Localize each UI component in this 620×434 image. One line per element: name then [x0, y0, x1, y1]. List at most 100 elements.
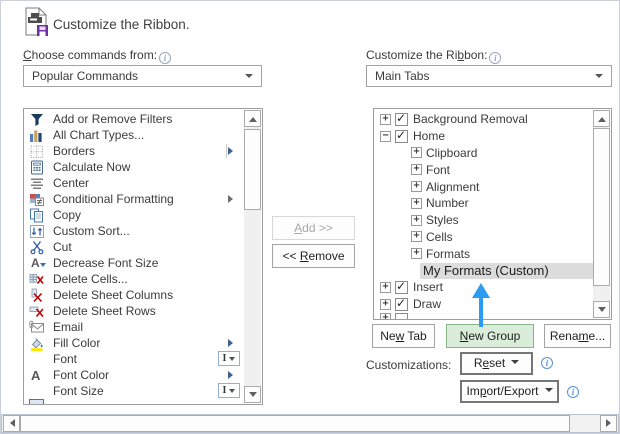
- tree-item-clipboard[interactable]: +Clipboard: [375, 145, 593, 162]
- expand-icon[interactable]: +: [411, 231, 422, 242]
- checkbox[interactable]: [395, 313, 408, 320]
- checkbox[interactable]: ✓: [395, 113, 408, 126]
- command-list-item[interactable]: Conditional Formatting: [25, 191, 244, 207]
- checkmark-icon: ✓: [396, 128, 406, 142]
- command-list-scrollbar[interactable]: [244, 110, 261, 403]
- command-list-item[interactable]: Delete Cells...: [25, 271, 244, 287]
- chevron-down-icon: [245, 74, 253, 82]
- scroll-down-icon[interactable]: [244, 386, 261, 403]
- command-list-item[interactable]: Calculate Now: [25, 159, 244, 175]
- command-list-item[interactable]: Delete Sheet Columns: [25, 287, 244, 303]
- reset-button[interactable]: Reset: [460, 352, 533, 375]
- checkbox[interactable]: ✓: [395, 130, 408, 143]
- checkbox[interactable]: ✓: [395, 298, 408, 311]
- scrollbar-thumb[interactable]: [20, 415, 570, 432]
- expand-icon[interactable]: +: [380, 282, 391, 293]
- tree-item-cells[interactable]: + Cells: [375, 229, 593, 246]
- tree-item-label: My Formats (Custom): [420, 263, 593, 279]
- delete-rows-icon: [29, 304, 47, 319]
- tree-item[interactable]: +: [375, 313, 593, 320]
- submenu-arrow-icon[interactable]: [228, 147, 237, 155]
- command-list-item[interactable]: [25, 399, 244, 405]
- tree-item-number[interactable]: +Number: [375, 195, 593, 212]
- conditional-formatting-icon: [29, 192, 47, 207]
- tree-item-home[interactable]: −✓Home: [375, 128, 593, 145]
- page-title: Customize the Ribbon.: [53, 17, 190, 32]
- custom-sort-icon: [29, 224, 47, 239]
- command-list-item[interactable]: FontI: [25, 351, 244, 367]
- expand-icon[interactable]: +: [380, 114, 391, 125]
- submenu-arrow-icon[interactable]: [228, 371, 237, 379]
- copy-icon: [29, 208, 47, 223]
- scroll-left-icon[interactable]: [3, 415, 20, 432]
- command-list-item[interactable]: Cut: [25, 239, 244, 255]
- tree-item-draw[interactable]: +✓Draw: [375, 296, 593, 313]
- submenu-arrow-icon[interactable]: [228, 339, 237, 347]
- command-list-item[interactable]: Add or Remove Filters: [25, 111, 244, 127]
- tree-item-label: Alignment: [426, 179, 479, 195]
- scroll-up-icon[interactable]: [244, 110, 261, 127]
- command-label: Calculate Now: [53, 160, 130, 174]
- info-icon[interactable]: i: [567, 386, 579, 398]
- command-list-item[interactable]: Delete Sheet Rows: [25, 303, 244, 319]
- command-list-item[interactable]: A Decrease Font Size: [25, 255, 244, 271]
- decrease-font-icon: A: [29, 256, 47, 271]
- ibeam-dropdown[interactable]: I: [218, 351, 240, 366]
- scrollbar-thumb[interactable]: [593, 128, 610, 286]
- expand-icon[interactable]: +: [411, 248, 422, 259]
- command-label: All Chart Types...: [53, 128, 144, 142]
- tree-item-my-formats-custom[interactable]: My Formats (Custom): [375, 262, 593, 279]
- scrollbar-thumb[interactable]: [244, 129, 261, 210]
- command-list-item[interactable]: Borders: [25, 143, 244, 159]
- expand-icon[interactable]: +: [411, 215, 422, 226]
- tree-item-label: Formats: [426, 246, 470, 262]
- info-icon[interactable]: i: [541, 357, 553, 369]
- tree-item-label: Cells: [426, 229, 453, 245]
- expand-icon[interactable]: +: [411, 164, 422, 175]
- ibeam-dropdown[interactable]: I: [218, 383, 240, 398]
- annotation-arrow-head: [472, 283, 490, 298]
- customize-ribbon-dropdown[interactable]: Main Tabs: [366, 65, 612, 87]
- command-list-item[interactable]: AFont Color: [25, 367, 244, 383]
- expand-icon[interactable]: +: [411, 198, 422, 209]
- align-center-icon: [29, 176, 47, 191]
- command-list-item[interactable]: Copy: [25, 207, 244, 223]
- remove-button[interactable]: << Remove: [272, 244, 355, 268]
- horizontal-scrollbar[interactable]: [1, 414, 619, 433]
- add-button[interactable]: Add >>: [272, 216, 355, 240]
- tree-item-formats[interactable]: + Formats: [375, 245, 593, 262]
- command-list-item[interactable]: Email: [25, 319, 244, 335]
- command-label: Conditional Formatting: [53, 192, 174, 206]
- command-list-item[interactable]: All Chart Types...: [25, 127, 244, 143]
- rename-button[interactable]: Rename...: [544, 324, 611, 348]
- tree-item-label: Font: [426, 162, 450, 178]
- expand-icon[interactable]: +: [411, 181, 422, 192]
- import-export-button[interactable]: Import/Export: [460, 380, 559, 403]
- new-tab-button[interactable]: New Tab: [372, 324, 435, 348]
- scroll-up-icon[interactable]: [593, 110, 610, 127]
- tree-item-font[interactable]: + Font: [375, 161, 593, 178]
- scroll-down-icon[interactable]: [593, 301, 610, 318]
- tree-item-styles[interactable]: +Styles: [375, 212, 593, 229]
- command-list-item[interactable]: Font SizeI: [25, 383, 244, 399]
- expand-icon[interactable]: +: [380, 299, 391, 310]
- collapse-icon[interactable]: −: [380, 131, 391, 142]
- borders-icon: [29, 144, 47, 159]
- checkbox[interactable]: ✓: [395, 281, 408, 294]
- expand-icon[interactable]: +: [411, 147, 422, 158]
- info-icon[interactable]: i: [159, 52, 171, 64]
- command-label: Font Color: [53, 368, 109, 382]
- submenu-arrow-icon[interactable]: [228, 195, 237, 203]
- expand-icon[interactable]: +: [380, 313, 391, 320]
- tree-item-background-removal[interactable]: +✓Background Removal: [375, 111, 593, 128]
- choose-commands-dropdown[interactable]: Popular Commands: [23, 65, 262, 87]
- command-label: Decrease Font Size: [53, 256, 158, 270]
- command-list-item[interactable]: Fill Color: [25, 335, 244, 351]
- scroll-right-icon[interactable]: [600, 415, 617, 432]
- new-group-button[interactable]: New Group: [446, 324, 534, 348]
- tree-scrollbar[interactable]: [593, 110, 610, 318]
- command-list-item[interactable]: Custom Sort...: [25, 223, 244, 239]
- tree-item-alignment[interactable]: + Alignment: [375, 178, 593, 195]
- command-list-item[interactable]: Center: [25, 175, 244, 191]
- info-icon[interactable]: i: [489, 52, 501, 64]
